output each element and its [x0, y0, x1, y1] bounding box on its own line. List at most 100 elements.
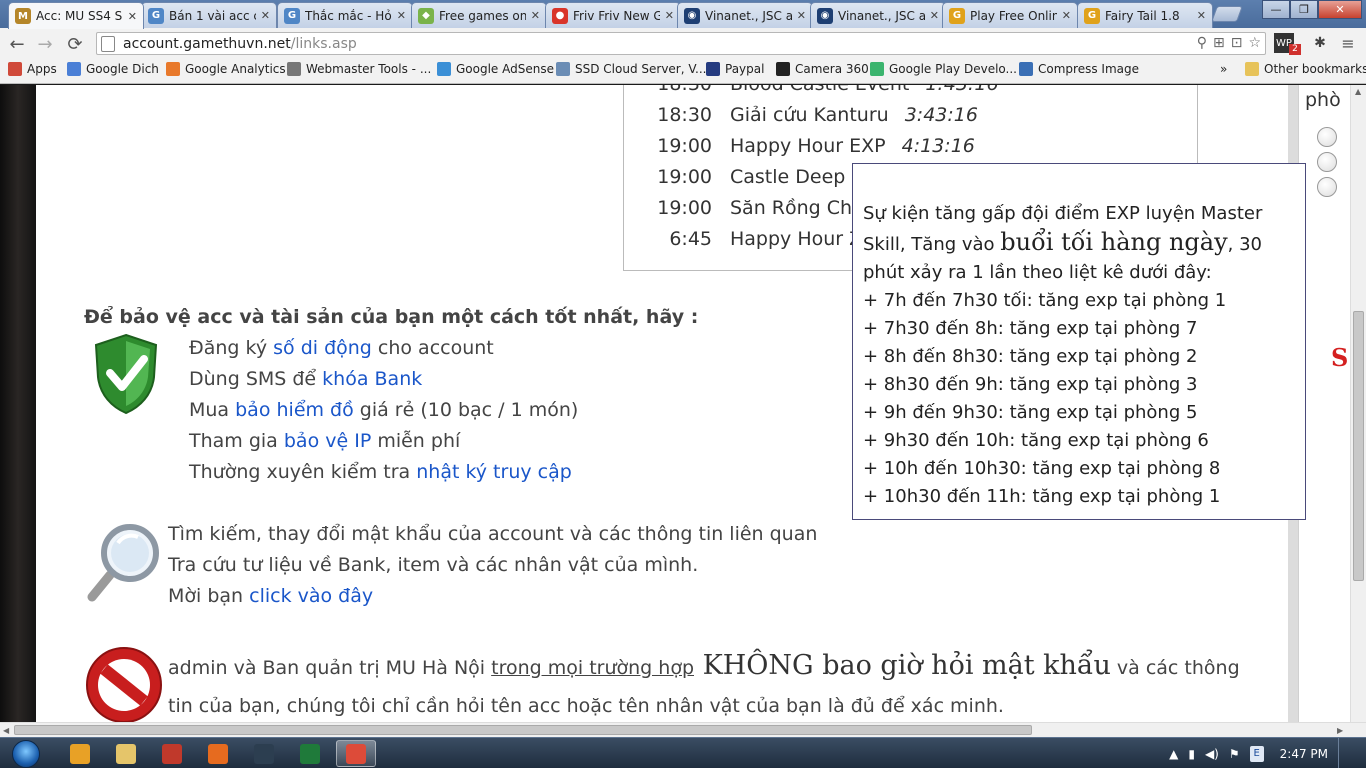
- tab-close-icon[interactable]: ✕: [128, 10, 137, 23]
- vertical-scroll-thumb[interactable]: [1353, 311, 1364, 581]
- browser-tab[interactable]: ◉ Vinanet., JSC ar ✕: [810, 2, 946, 28]
- tab-close-icon[interactable]: ✕: [261, 9, 270, 22]
- show-hidden-icons[interactable]: ▲: [1169, 747, 1178, 761]
- windows-logo-icon: [12, 739, 40, 768]
- bookmark-icon: [8, 62, 22, 76]
- maximize-button[interactable]: ❐: [1290, 0, 1318, 19]
- action-center-icon[interactable]: ⚑: [1229, 747, 1240, 761]
- access-log-link[interactable]: nhật ký truy cập: [416, 461, 572, 483]
- taskbar-app-media[interactable]: [60, 740, 100, 767]
- bookmark-item[interactable]: Camera 360: [776, 62, 869, 76]
- item-insurance-link[interactable]: bảo hiểm đồ: [235, 399, 354, 421]
- taskbar-app-explorer[interactable]: [106, 740, 146, 767]
- bookmark-icon: [67, 62, 81, 76]
- vertical-scrollbar[interactable]: ▲: [1350, 85, 1366, 725]
- poll-option-3[interactable]: [1317, 177, 1337, 197]
- tooltip-schedule-item: + 10h đến 10h30: tăng exp tại phòng 8: [863, 458, 1221, 479]
- tab-title: Play Free Onlin: [970, 8, 1057, 23]
- event-name: Blood Castle Event1:43:16: [730, 85, 999, 95]
- scroll-left-icon[interactable]: ◀: [3, 726, 9, 735]
- tooltip-schedule-item: + 7h30 đến 8h: tăng exp tại phòng 7: [863, 318, 1198, 339]
- horizontal-scrollbar[interactable]: ◀ ▶: [0, 722, 1366, 737]
- bookmark-item[interactable]: SSD Cloud Server, V...: [556, 62, 706, 76]
- browser-tab[interactable]: M Acc: MU SS4 S6 ✕: [8, 2, 144, 29]
- event-row[interactable]: 19:00 Happy Hour EXP 4:13:16: [624, 135, 1199, 163]
- tab-favicon-icon: ◉: [684, 7, 700, 24]
- protect-title: Để bảo vệ acc và tài sản của bạn một các…: [84, 306, 699, 328]
- language-icon[interactable]: E: [1249, 745, 1264, 762]
- tab-close-icon[interactable]: ✕: [1062, 9, 1071, 22]
- back-button[interactable]: ←: [6, 33, 28, 55]
- taskbar-app-firefox[interactable]: [198, 740, 238, 767]
- other-bookmarks[interactable]: Other bookmarks: [1245, 62, 1366, 76]
- event-row[interactable]: 18:30 Giải cứu Kanturu 3:43:16: [624, 104, 1199, 132]
- bookmark-item[interactable]: Google Dich: [67, 62, 159, 76]
- tab-favicon-icon: ◉: [817, 7, 833, 24]
- taskbar-app-app-3[interactable]: [152, 740, 192, 767]
- bookmark-item[interactable]: Google AdSense: [437, 62, 554, 76]
- tab-title: Friv Friv New G: [573, 8, 660, 23]
- tab-close-icon[interactable]: ✕: [531, 9, 540, 22]
- translate-icon[interactable]: ⊞: [1213, 35, 1225, 51]
- tab-close-icon[interactable]: ✕: [397, 9, 406, 22]
- horizontal-scroll-thumb[interactable]: [14, 725, 1032, 735]
- bookmark-item[interactable]: Paypal: [706, 62, 764, 76]
- browser-tab[interactable]: ◉ Vinanet., JSC ar ✕: [677, 2, 813, 28]
- bookmarks-overflow[interactable]: »: [1220, 62, 1227, 76]
- start-button[interactable]: [4, 738, 48, 768]
- tab-close-icon[interactable]: ✕: [1197, 9, 1206, 22]
- taskbar-app-excel[interactable]: [290, 740, 330, 767]
- bookmark-item[interactable]: Webmaster Tools - ...: [287, 62, 431, 76]
- browser-tab[interactable]: G Bán 1 vài acc cl ✕: [141, 2, 277, 28]
- taskbar-app-app-5[interactable]: [244, 740, 284, 767]
- click-here-link[interactable]: click vào đây: [249, 585, 373, 607]
- scroll-up-icon[interactable]: ▲: [1355, 87, 1361, 96]
- bookmark-star-icon[interactable]: ☆: [1248, 35, 1261, 51]
- event-row[interactable]: 18:30 Blood Castle Event1:43:16: [624, 85, 1199, 101]
- tab-close-icon[interactable]: ✕: [930, 9, 939, 22]
- bookmark-item[interactable]: Google Play Develo...: [870, 62, 1017, 76]
- menu-icon[interactable]: ≡: [1338, 33, 1358, 53]
- poll-option-2[interactable]: [1317, 152, 1337, 172]
- phone-register-link[interactable]: số di động: [273, 337, 372, 359]
- browser-tab[interactable]: ● Friv Friv New G ✕: [545, 2, 681, 28]
- close-window-button[interactable]: ✕: [1318, 0, 1362, 19]
- tab-close-icon[interactable]: ✕: [797, 9, 806, 22]
- new-tab-button[interactable]: [1211, 6, 1243, 22]
- browser-tab[interactable]: G Thắc mắc - Hỏ ✕: [277, 2, 413, 28]
- ip-protect-link[interactable]: bảo vệ IP: [284, 430, 371, 452]
- lock-bank-link[interactable]: khóa Bank: [322, 368, 422, 390]
- reload-button[interactable]: ⟳: [64, 33, 86, 55]
- tab-favicon-icon: G: [148, 7, 164, 24]
- taskbar-app-chrome[interactable]: [336, 740, 376, 767]
- volume-icon[interactable]: ◀): [1205, 747, 1219, 761]
- tab-close-icon[interactable]: ✕: [665, 9, 674, 22]
- browser-tab[interactable]: G Fairy Tail 1.8 ✕: [1077, 2, 1213, 28]
- address-bar[interactable]: account.gamethuvn.net /links.asp ⚲ ⊞ ⊡ ☆: [96, 32, 1266, 55]
- web-page: 18:30 Blood Castle Event1:43:16 18:30 Giải …: [0, 85, 1366, 737]
- protect-line-3: Mua bảo hiểm đồ giá rẻ (10 bạc / 1 món): [189, 399, 579, 421]
- browser-tab[interactable]: ◆ Free games on ✕: [411, 2, 547, 28]
- event-time: 19:00: [657, 166, 712, 188]
- minimize-button[interactable]: —: [1262, 0, 1290, 19]
- clock[interactable]: 2:47 PM: [1280, 747, 1328, 761]
- poll-label: phò: [1305, 89, 1341, 111]
- tooltip-schedule-item: + 9h đến 9h30: tăng exp tại phòng 5: [863, 402, 1198, 423]
- magnifier-icon: [87, 524, 159, 602]
- bookmark-item[interactable]: Apps: [8, 62, 57, 76]
- zoom-icon[interactable]: ⚲: [1197, 35, 1207, 51]
- tooltip-schedule-item: + 8h30 đến 9h: tăng exp tại phòng 3: [863, 374, 1198, 395]
- poll-option-1[interactable]: [1317, 127, 1337, 147]
- media-icon: [70, 743, 90, 764]
- page-icon: [101, 35, 115, 52]
- scroll-right-icon[interactable]: ▶: [1337, 726, 1343, 735]
- forward-button[interactable]: →: [34, 33, 56, 55]
- page-action-icon[interactable]: ⊡: [1231, 35, 1243, 51]
- network-icon[interactable]: ▮: [1188, 747, 1195, 761]
- browser-tab[interactable]: G Play Free Onlin ✕: [942, 2, 1078, 28]
- protect-line-1: Đăng ký số di động cho account: [189, 337, 494, 359]
- bookmark-item[interactable]: Compress Image: [1019, 62, 1139, 76]
- bookmark-item[interactable]: Google Analytics: [166, 62, 286, 76]
- show-desktop-button[interactable]: [1338, 738, 1352, 768]
- extension-puzzle-icon[interactable]: ✱: [1310, 33, 1330, 53]
